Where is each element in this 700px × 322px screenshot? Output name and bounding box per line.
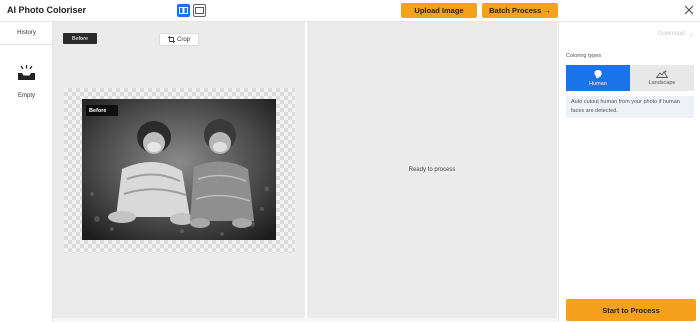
children-photo-image [82,99,276,240]
single-view-icon [195,7,204,14]
crop-button[interactable]: Crop [159,33,199,46]
close-icon[interactable] [684,5,694,15]
history-sidebar: History Empty [0,22,53,322]
ready-status: Ready to process [408,167,456,173]
coloring-type-description: Auto cutout human from your photo if hum… [566,96,694,118]
view-mode-toggle [177,4,206,17]
batch-process-button[interactable]: Batch Process → [482,3,558,18]
chevron-right-icon: › [690,30,693,39]
history-divider [0,44,53,45]
photo-before-tag: Before [86,105,118,116]
before-tag: Before [63,33,97,44]
history-label: History [17,30,36,36]
bottom-strip [53,318,557,322]
coloring-types-label: Coloring types [566,53,602,59]
split-view-button[interactable] [177,4,190,17]
coloring-type-human[interactable]: Human [566,65,630,91]
empty-tray-icon [18,65,35,80]
split-view-icon [179,7,188,14]
landscape-icon [656,70,668,78]
download-button[interactable]: Download [658,31,685,37]
app-title: AI Photo Coloriser [7,5,87,15]
options-panel: Download › Coloring types Human Landscap… [558,22,700,322]
empty-label: Empty [17,93,35,99]
human-head-icon [594,70,602,78]
upload-image-button[interactable]: Upload Image [401,3,477,18]
coloring-type-human-label: Human [589,81,607,87]
before-panel: Before Crop Before [53,22,305,318]
crop-label: Crop [176,36,190,43]
start-to-process-button[interactable]: Start to Process [566,299,696,321]
crop-icon [167,36,175,43]
result-panel: Ready to process [307,22,557,318]
coloring-type-landscape-label: Landscape [648,80,676,86]
single-view-button[interactable] [193,4,206,17]
top-bar: AI Photo Coloriser Upload Image Batch Pr… [0,0,700,22]
uploaded-photo: Before [82,99,276,240]
coloring-type-landscape[interactable]: Landscape [630,65,694,91]
